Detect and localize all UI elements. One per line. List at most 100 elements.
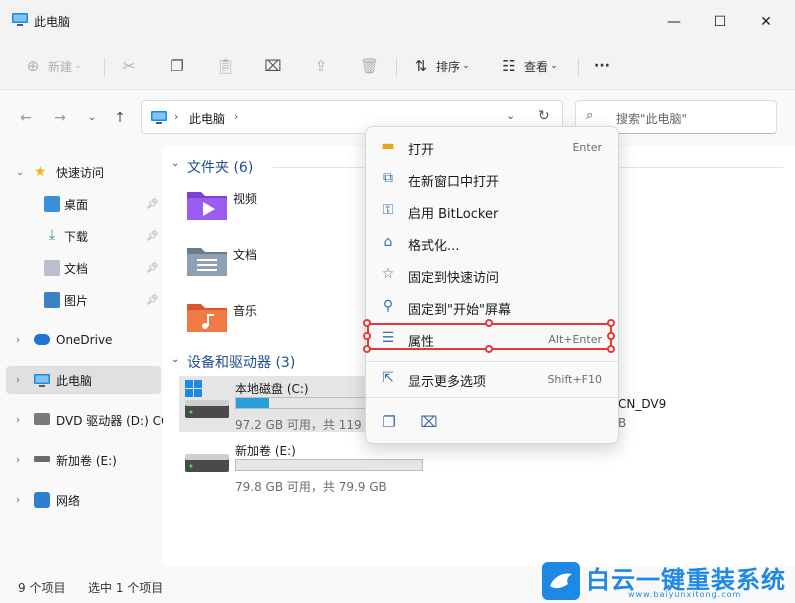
- sidebar-item-dvd[interactable]: › DVD 驱动器 (D:) CC: [6, 406, 163, 434]
- minimize-button[interactable]: —: [651, 8, 697, 36]
- sidebar-item-documents[interactable]: 文档 📌︎: [6, 254, 161, 282]
- close-button[interactable]: ✕: [743, 8, 789, 36]
- computer-icon: [12, 13, 28, 26]
- folder-label: 视频: [233, 192, 258, 206]
- title-bar: 此电脑 — ☐ ✕: [0, 0, 795, 42]
- back-arrow-icon[interactable]: ←: [16, 108, 36, 128]
- rename-button[interactable]: ⌧: [264, 52, 282, 80]
- sidebar-item-network[interactable]: › 网络: [6, 486, 161, 514]
- recent-chevron-icon[interactable]: ⌄: [82, 108, 102, 128]
- menu-item-format[interactable]: ⌂ 格式化...: [370, 227, 616, 257]
- sidebar-item-desktop[interactable]: 桌面 📌︎: [6, 190, 161, 218]
- sidebar-item-label: 下载: [64, 229, 89, 244]
- new-button[interactable]: ⊕ 新建 ⌄: [24, 52, 84, 80]
- maximize-button[interactable]: ☐: [697, 8, 743, 36]
- windows-drive-icon: [185, 380, 229, 418]
- highlight-handle: [607, 345, 615, 353]
- plus-circle-icon: ⊕: [26, 57, 40, 75]
- star-icon: ★: [34, 164, 47, 180]
- dvd-drive-partial-name[interactable]: CN_DV9: [618, 397, 666, 411]
- sidebar-item-pictures[interactable]: 图片 📌︎: [6, 286, 161, 314]
- sidebar-item-downloads[interactable]: ⤓ 下载 📌︎: [6, 222, 161, 250]
- pin-icon: 📌︎: [146, 262, 159, 274]
- rename-icon[interactable]: ⌧: [420, 413, 438, 431]
- menu-item-show-more[interactable]: ⇱ 显示更多选项 Shift+F10: [370, 363, 616, 393]
- sidebar-item-onedrive[interactable]: › OneDrive: [6, 326, 161, 354]
- chevron-down-icon[interactable]: ⌄: [171, 158, 179, 169]
- breadcrumb[interactable]: 此电脑: [189, 110, 225, 127]
- menu-item-pin-start[interactable]: ⚲ 固定到"开始"屏幕: [370, 291, 616, 321]
- drive-size: 79.8 GB 可用，共 79.9 GB: [235, 480, 387, 494]
- context-menu: ▬ 打开 Enter ⧉ 在新窗口中打开 ⚿ 启用 BitLocker ⌂ 格式…: [365, 126, 619, 444]
- show-more-icon: ⇱: [382, 370, 394, 386]
- chevron-down-icon[interactable]: ⌄: [171, 354, 179, 365]
- copy-button[interactable]: ❐: [168, 52, 186, 80]
- sidebar-item-this-pc[interactable]: › 此电脑: [6, 366, 161, 394]
- chevron-down-icon[interactable]: ⌄: [506, 109, 515, 122]
- network-icon: [34, 492, 50, 508]
- toolbar-divider: [396, 58, 397, 76]
- sidebar-item-label: OneDrive: [56, 333, 113, 347]
- sort-button[interactable]: ⇅ 排序 ⌄: [412, 52, 472, 80]
- drive-size: 97.2 GB 可用，共 119 G: [235, 418, 375, 432]
- folder-item-videos[interactable]: 视频: [183, 184, 363, 230]
- sidebar-item-label: 图片: [64, 293, 89, 308]
- up-arrow-icon[interactable]: ↑: [110, 108, 130, 128]
- drives-group-header[interactable]: 设备和驱动器 (3): [187, 352, 295, 372]
- menu-item-label: 在新窗口中打开: [408, 175, 500, 190]
- forward-arrow-icon[interactable]: →: [50, 108, 70, 128]
- chevron-down-icon[interactable]: ⌄: [16, 167, 24, 178]
- menu-item-pin-quick-access[interactable]: ☆ 固定到快速访问: [370, 259, 616, 289]
- item-count: 9 个项目: [18, 581, 66, 595]
- drive-icon: [185, 454, 229, 472]
- highlight-handle: [607, 319, 615, 327]
- document-folder-icon: [187, 248, 227, 276]
- view-label: 查看: [524, 59, 549, 74]
- sidebar-item-label: 桌面: [64, 197, 89, 212]
- refresh-icon[interactable]: ↻: [538, 108, 550, 124]
- drive-name: 本地磁盘 (C:): [235, 382, 309, 396]
- highlight-handle: [363, 345, 371, 353]
- more-options-button[interactable]: ···: [594, 52, 610, 80]
- menu-item-open-new-window[interactable]: ⧉ 在新窗口中打开: [370, 163, 616, 193]
- menu-item-label: 固定到快速访问: [408, 271, 500, 286]
- sidebar-item-quick-access[interactable]: ⌄ ★ 快速访问: [6, 158, 161, 186]
- highlight-handle: [607, 332, 615, 340]
- breadcrumb-separator-icon: ›: [234, 110, 239, 123]
- cloud-icon: [34, 334, 50, 345]
- chevron-down-icon: ⌄: [550, 61, 558, 71]
- folder-item-music[interactable]: 音乐: [183, 296, 363, 342]
- chevron-right-icon[interactable]: ›: [16, 335, 20, 346]
- folders-group-header[interactable]: 文件夹 (6): [187, 157, 253, 177]
- sort-label: 排序: [436, 59, 461, 74]
- chevron-right-icon[interactable]: ›: [16, 455, 20, 466]
- chevron-right-icon[interactable]: ›: [16, 495, 20, 506]
- bird-logo-icon: [542, 562, 580, 600]
- drive-item-e[interactable]: 新加卷 (E:) 79.8 GB 可用，共 79.9 GB: [179, 438, 449, 494]
- menu-item-label: 固定到"开始"屏幕: [408, 303, 511, 318]
- sidebar-item-new-volume[interactable]: › 新加卷 (E:): [6, 446, 161, 474]
- menu-item-bitlocker[interactable]: ⚿ 启用 BitLocker: [370, 195, 616, 225]
- chevron-right-icon[interactable]: ›: [16, 375, 20, 386]
- highlight-handle: [363, 332, 371, 340]
- open-new-window-icon: ⧉: [383, 170, 393, 186]
- copy-icon[interactable]: ❐: [380, 413, 398, 431]
- sort-icon: ⇅: [414, 57, 428, 75]
- music-folder-icon: [187, 304, 227, 332]
- computer-icon: [151, 111, 167, 124]
- selected-count: 选中 1 个项目: [88, 581, 164, 595]
- delete-button[interactable]: 🗑︎: [360, 52, 379, 80]
- menu-item-open[interactable]: ▬ 打开 Enter: [370, 131, 616, 161]
- share-button[interactable]: ⇪: [312, 52, 330, 80]
- chevron-down-icon: ⌄: [462, 61, 470, 71]
- sidebar-item-label: 此电脑: [56, 373, 93, 388]
- chevron-right-icon[interactable]: ›: [16, 415, 20, 426]
- paste-button[interactable]: 📋︎: [216, 52, 235, 80]
- view-button[interactable]: ☷ 查看 ⌄: [500, 52, 560, 80]
- drive-item-c[interactable]: 本地磁盘 (C:) 97.2 GB 可用，共 119 G: [179, 376, 423, 432]
- document-icon: [44, 260, 60, 276]
- toolbar-divider: [578, 58, 579, 76]
- cut-button[interactable]: ✂: [120, 52, 138, 80]
- menu-item-shortcut: Shift+F10: [547, 373, 602, 386]
- folder-item-documents[interactable]: 文档: [183, 240, 363, 286]
